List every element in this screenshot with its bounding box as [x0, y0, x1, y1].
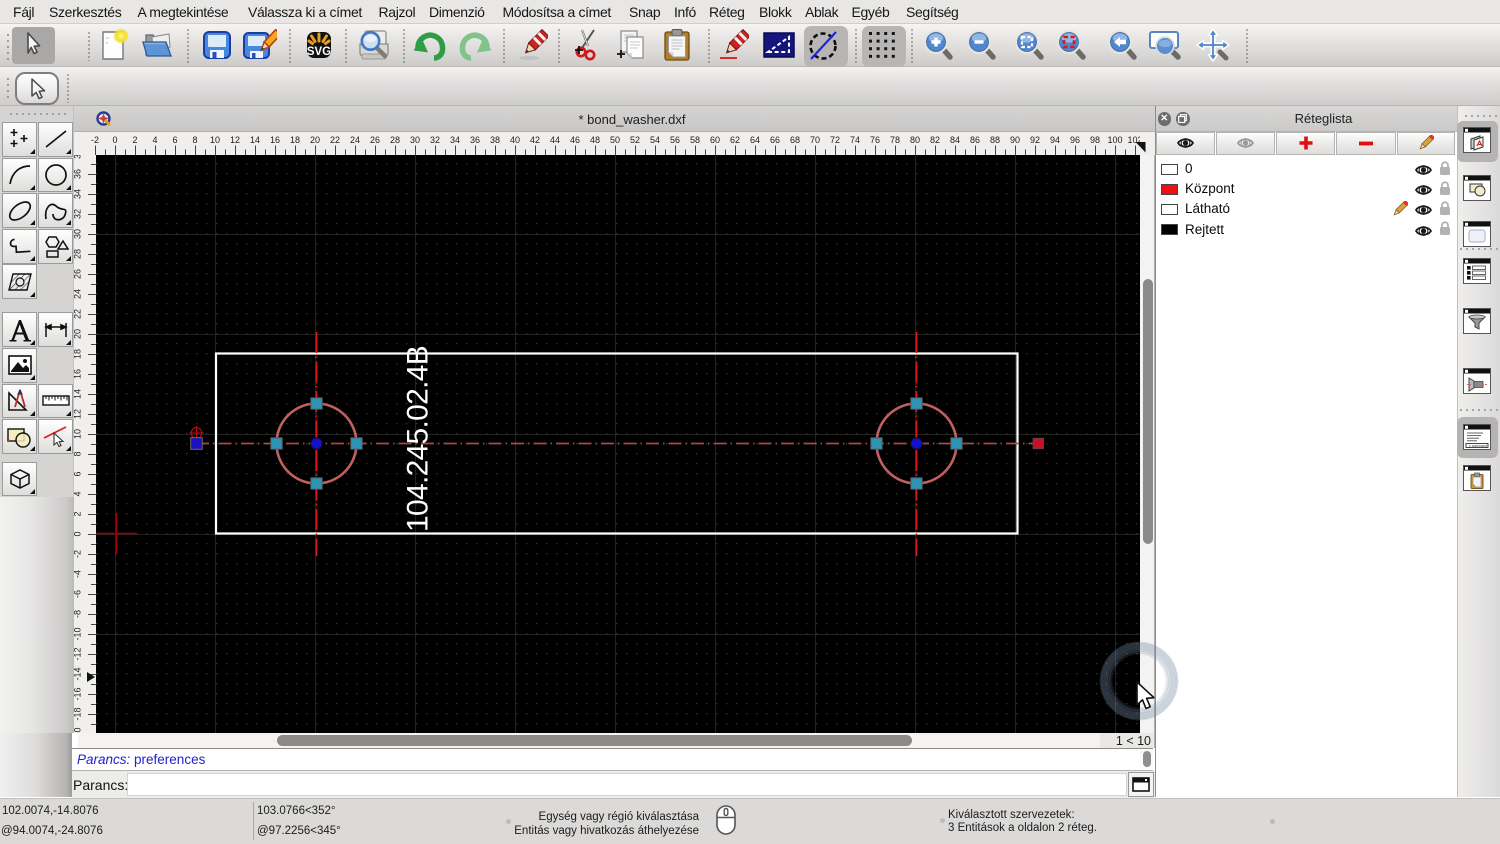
svg-text:96: 96 [1070, 135, 1080, 145]
svg-text:42: 42 [530, 135, 540, 145]
svg-text:28: 28 [390, 135, 400, 145]
svg-text:30: 30 [410, 135, 420, 145]
svg-text:48: 48 [590, 135, 600, 145]
svg-text:40: 40 [510, 135, 520, 145]
svg-text:28: 28 [74, 249, 83, 259]
svg-text:-6: -6 [74, 590, 83, 598]
svg-text:84: 84 [950, 135, 960, 145]
svg-text:68: 68 [790, 135, 800, 145]
svg-text:32: 32 [74, 209, 83, 219]
svg-text:10: 10 [74, 429, 83, 439]
svg-text:4: 4 [152, 135, 157, 145]
svg-text:56: 56 [670, 135, 680, 145]
svg-text:86: 86 [970, 135, 980, 145]
svg-text:44: 44 [550, 135, 560, 145]
svg-text:22: 22 [74, 309, 83, 319]
svg-text:80: 80 [910, 135, 920, 145]
svg-text:34: 34 [450, 135, 460, 145]
svg-text:22: 22 [330, 135, 340, 145]
svg-text:14: 14 [74, 389, 83, 399]
svg-text:-12: -12 [74, 647, 83, 660]
svg-text:78: 78 [890, 135, 900, 145]
svg-text:32: 32 [430, 135, 440, 145]
svg-text:16: 16 [270, 135, 280, 145]
svg-text:64: 64 [750, 135, 760, 145]
svg-text:8: 8 [74, 451, 83, 456]
svg-text:76: 76 [870, 135, 880, 145]
svg-text:14: 14 [250, 135, 260, 145]
svg-text:18: 18 [290, 135, 300, 145]
svg-text:26: 26 [370, 135, 380, 145]
svg-text:90: 90 [1010, 135, 1020, 145]
svg-text:6: 6 [172, 135, 177, 145]
svg-text:60: 60 [710, 135, 720, 145]
svg-text:-8: -8 [74, 610, 83, 618]
svg-text:8: 8 [192, 135, 197, 145]
svg-text:24: 24 [74, 289, 83, 299]
svg-text:38: 38 [74, 155, 83, 159]
svg-text:6: 6 [74, 471, 83, 476]
svg-text:46: 46 [570, 135, 580, 145]
svg-text:98: 98 [1090, 135, 1100, 145]
svg-text:104.245.02.4B: 104.245.02.4B [402, 346, 435, 532]
svg-text:-14: -14 [74, 667, 83, 680]
svg-text:-2: -2 [74, 550, 83, 558]
svg-text:12: 12 [230, 135, 240, 145]
svg-text:88: 88 [990, 135, 1000, 145]
svg-text:-16: -16 [74, 687, 83, 700]
svg-text:SVG: SVG [307, 46, 331, 58]
svg-text:16: 16 [74, 369, 83, 379]
svg-text:34: 34 [74, 189, 83, 199]
svg-text:82: 82 [930, 135, 940, 145]
svg-text:-4: -4 [74, 570, 83, 578]
svg-text:74: 74 [850, 135, 860, 145]
svg-text:0: 0 [74, 531, 83, 536]
svg-text:12: 12 [74, 409, 83, 419]
svg-text:30: 30 [74, 229, 83, 239]
svg-text:36: 36 [74, 169, 83, 179]
svg-text:50: 50 [610, 135, 620, 145]
svg-text:20: 20 [74, 329, 83, 339]
svg-text:c command: c command [1469, 444, 1487, 448]
svg-text:92: 92 [1030, 135, 1040, 145]
svg-text:66: 66 [770, 135, 780, 145]
svg-text:-10: -10 [74, 627, 83, 640]
svg-text:70: 70 [810, 135, 820, 145]
svg-text:72: 72 [830, 135, 840, 145]
svg-text:0: 0 [112, 135, 117, 145]
svg-text:10: 10 [210, 135, 220, 145]
svg-text:4: 4 [74, 491, 83, 496]
svg-text:18: 18 [74, 349, 83, 359]
svg-text:24: 24 [350, 135, 360, 145]
svg-text:54: 54 [650, 135, 660, 145]
svg-text:2: 2 [74, 511, 83, 516]
svg-text:-2: -2 [91, 135, 99, 145]
svg-text:52: 52 [630, 135, 640, 145]
svg-text:2: 2 [132, 135, 137, 145]
svg-text:94: 94 [1050, 135, 1060, 145]
svg-text:100: 100 [1107, 135, 1122, 145]
svg-text:36: 36 [470, 135, 480, 145]
svg-text:62: 62 [730, 135, 740, 145]
svg-text:26: 26 [74, 269, 83, 279]
svg-text:38: 38 [490, 135, 500, 145]
svg-text:20: 20 [310, 135, 320, 145]
svg-text:58: 58 [690, 135, 700, 145]
svg-text:-18: -18 [74, 707, 83, 720]
